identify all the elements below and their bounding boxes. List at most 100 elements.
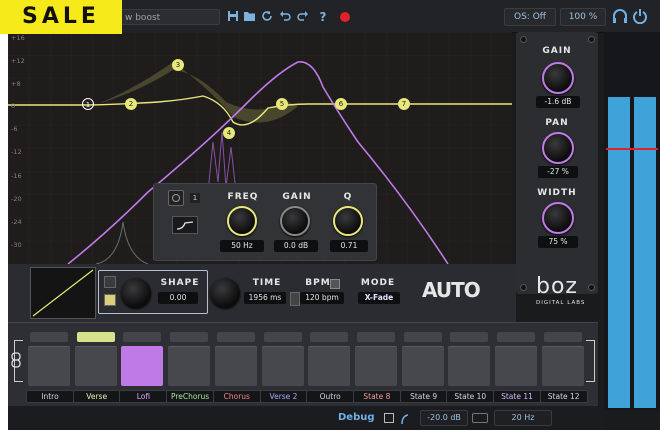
state-pad-indicator	[170, 332, 209, 342]
state-pad-indicator	[263, 332, 302, 342]
state-label[interactable]: Verse	[72, 390, 121, 403]
folder-icon[interactable]	[242, 10, 256, 24]
filter-type-button[interactable]	[172, 216, 198, 234]
meter-left	[608, 97, 630, 408]
state-label[interactable]: Lofi	[119, 390, 168, 403]
freq-value[interactable]: 50 Hz	[220, 240, 264, 252]
debug-button[interactable]: Debug	[338, 412, 375, 423]
state-pad-indicator	[450, 332, 489, 342]
oversampling-button[interactable]: OS: Off	[504, 8, 556, 26]
power-icon[interactable]	[632, 8, 648, 25]
state-label[interactable]: Chorus	[212, 390, 261, 403]
state-pad[interactable]	[495, 346, 537, 386]
pan-value[interactable]: -27 %	[538, 166, 578, 178]
redo-icon[interactable]	[296, 10, 310, 24]
mode-label: MODE	[360, 278, 396, 288]
gain-band-value[interactable]: 0.0 dB	[274, 240, 318, 252]
mode-selector[interactable]: X-Fade	[358, 292, 400, 304]
sync-toggle[interactable]	[290, 292, 300, 306]
width-value[interactable]: 75 %	[538, 236, 578, 248]
state-pad[interactable]	[448, 346, 491, 386]
state-pad[interactable]	[28, 346, 70, 386]
time-knob[interactable]	[210, 278, 240, 308]
state-label[interactable]: State 11	[493, 390, 541, 403]
screw	[588, 36, 595, 43]
zoom-selector[interactable]: 100 %	[560, 8, 606, 26]
undo-icon[interactable]	[278, 10, 292, 24]
db-label: +16	[11, 34, 25, 42]
debug-checkbox[interactable]	[384, 413, 394, 423]
plugin-window: w boost ? OS: Off 100 % +16 +12 +8 0 -6 …	[8, 0, 660, 430]
shape-value[interactable]: 0.00	[158, 292, 198, 304]
bpm-value[interactable]: 120 bpm	[300, 292, 344, 304]
db-label: -6	[11, 125, 18, 133]
shape-label: SHAPE	[160, 278, 200, 288]
db-label: -12	[11, 148, 22, 156]
gain-band-knob[interactable]	[280, 206, 310, 236]
band-enable-toggle[interactable]	[168, 190, 184, 206]
db-label: -20	[11, 195, 22, 203]
q-value[interactable]: 0.71	[330, 240, 368, 252]
gain-band-label: GAIN	[282, 192, 312, 202]
meter-right	[634, 97, 656, 408]
headphones-icon[interactable]	[612, 8, 628, 24]
state-pad-indicator	[356, 332, 395, 342]
state-label[interactable]: Verse 2	[259, 390, 308, 403]
record-icon[interactable]	[340, 12, 350, 22]
states-bracket-right	[586, 340, 595, 382]
state-pad[interactable]	[121, 346, 164, 386]
db-label: -24	[11, 218, 22, 226]
threshold-field[interactable]: -20.0 dB	[420, 410, 468, 426]
band-number: 1	[190, 193, 200, 203]
db-label: +12	[11, 57, 25, 65]
gain-value[interactable]: -1.6 dB	[536, 96, 580, 108]
eq-node-5[interactable]: 5	[276, 98, 288, 110]
link-icon[interactable]	[10, 352, 22, 368]
state-label[interactable]: Outro	[306, 390, 355, 403]
bpm-toggle[interactable]	[330, 279, 340, 289]
state-pad[interactable]	[308, 346, 351, 386]
eq-node-7[interactable]: 7	[398, 98, 410, 110]
boz-sub: DIGITAL LABS	[536, 300, 586, 306]
gain-label: GAIN	[542, 46, 572, 56]
state-label[interactable]: Intro	[26, 390, 74, 403]
width-label: WIDTH	[537, 188, 577, 198]
state-pad[interactable]	[541, 346, 584, 386]
state-pad[interactable]	[354, 346, 397, 386]
shape-knob[interactable]	[121, 278, 151, 308]
pan-knob[interactable]	[542, 132, 574, 164]
eq-node-1[interactable]: 1	[82, 98, 94, 110]
filter-shape-icon[interactable]	[472, 413, 488, 423]
eq-node-3[interactable]: 3	[172, 59, 184, 71]
state-pad-indicator	[497, 332, 535, 342]
freq-knob[interactable]	[227, 206, 257, 236]
state-pad[interactable]	[214, 346, 257, 386]
help-icon[interactable]: ?	[316, 10, 330, 24]
gain-knob[interactable]	[542, 62, 574, 94]
state-label[interactable]: State 10	[446, 390, 495, 403]
q-label: Q	[343, 192, 353, 202]
state-label[interactable]: PreChorus	[166, 390, 215, 403]
preset-name-field[interactable]: w boost	[120, 9, 220, 25]
frequency-field[interactable]: 20 Hz	[494, 410, 552, 426]
save-icon[interactable]	[226, 10, 240, 24]
time-value[interactable]: 1956 ms	[244, 292, 286, 304]
q-knob[interactable]	[333, 206, 363, 236]
filter-band-popup: 1 FREQ 50 Hz GAIN 0.0 dB Q 0.71	[153, 183, 377, 261]
state-label[interactable]: State 9	[399, 390, 448, 403]
state-pad[interactable]	[261, 346, 304, 386]
state-pad[interactable]	[401, 346, 444, 386]
state-pad[interactable]	[74, 346, 117, 386]
auto-logo: AUTO	[422, 278, 481, 302]
width-knob[interactable]	[542, 202, 574, 234]
db-label: +8	[11, 80, 21, 88]
state-label[interactable]: State 8	[352, 390, 401, 403]
eq-node-4[interactable]: 4	[223, 127, 235, 139]
tone-icon[interactable]	[400, 411, 410, 425]
eq-node-2[interactable]: 2	[125, 98, 137, 110]
refresh-icon[interactable]	[260, 10, 274, 24]
eq-node-6[interactable]: 6	[335, 98, 347, 110]
state-label[interactable]: State 12	[539, 390, 588, 403]
state-pad[interactable]	[168, 346, 211, 386]
state-pad-indicator	[403, 332, 442, 342]
